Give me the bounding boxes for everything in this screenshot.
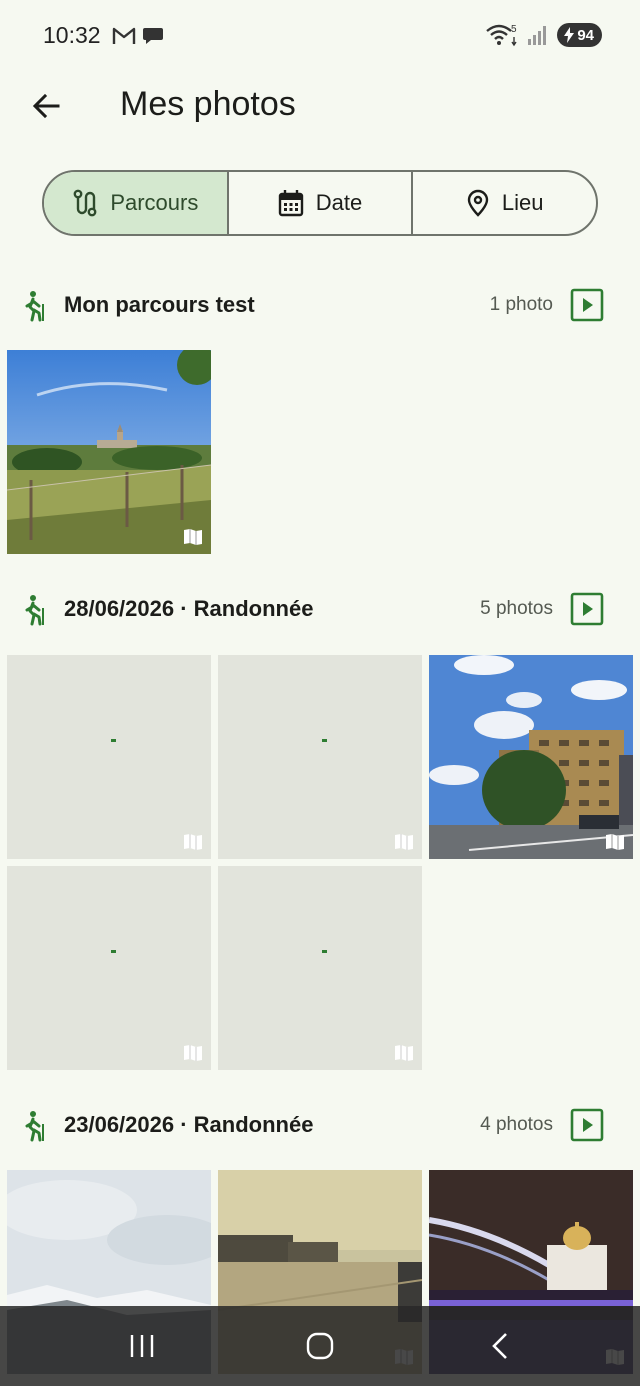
building-photo [429,655,633,859]
photo-thumbnail-loading[interactable] [218,866,422,1070]
loading-indicator [322,739,327,742]
status-bar: 10:32 5 94 [0,0,640,72]
charging-bolt-icon [564,27,575,43]
page-title: Mes photos [120,85,296,123]
back-button[interactable] [22,82,70,130]
slideshow-play-icon[interactable] [570,1108,604,1142]
hiking-icon [25,291,44,322]
map-icon [606,834,624,850]
photo-thumbnail[interactable] [429,655,633,859]
hiking-icon [25,1111,44,1142]
photo-count: 4 photos [480,1114,553,1135]
segment-label: Parcours [110,190,199,215]
slideshow-play-icon[interactable] [570,592,604,626]
segment-label: Date [315,190,363,215]
recents-button[interactable] [112,1326,172,1366]
wifi-band-label: 5 [511,24,517,35]
segment-label: Lieu [501,190,544,215]
location-pin-icon [467,189,489,217]
home-button[interactable] [290,1326,350,1366]
chevron-left-icon [492,1333,507,1359]
system-navigation-bar [0,1306,640,1386]
landscape-photo [7,350,211,554]
map-icon [184,529,202,545]
photo-thumbnail-loading[interactable] [7,866,211,1070]
map-icon [184,834,202,850]
loading-indicator [111,950,116,953]
loading-indicator [111,739,116,742]
calendar-icon [278,190,303,217]
app-bar: Mes photos [0,72,640,136]
section-title: Mon parcours test [64,292,255,317]
map-icon [395,834,413,850]
segment-date[interactable]: Date [229,172,414,234]
photo-count: 1 photo [489,294,553,315]
segment-lieu[interactable]: Lieu [413,172,596,234]
map-icon [184,1045,202,1061]
segment-parcours[interactable]: Parcours [44,172,229,234]
loading-indicator [322,950,327,953]
photo-count: 5 photos [480,598,553,619]
home-icon [306,1332,334,1360]
hiking-icon [25,595,44,626]
section-header: 28/06/2026 · Randonnée 5 photos [0,582,640,642]
wifi-icon: 5 [486,24,517,47]
section-title: 23/06/2026 · Randonnée [64,1112,314,1137]
recents-icon [130,1335,154,1357]
battery-level: 94 [577,26,594,44]
route-icon [73,189,97,217]
signal-icon [528,26,547,45]
gmail-icon [112,27,136,44]
slideshow-play-icon[interactable] [570,288,604,322]
photo-thumbnail[interactable] [7,350,211,554]
section-header: 23/06/2026 · Randonnée 4 photos [0,1098,640,1158]
section-title: 28/06/2026 · Randonnée [64,596,314,621]
battery-indicator: 94 [557,23,602,47]
photo-thumbnail-loading[interactable] [7,655,211,859]
grouping-segmented-control: Parcours Date Lieu [42,170,598,236]
section-header: Mon parcours test 1 photo [0,278,640,338]
arrow-left-icon [32,93,60,119]
status-time: 10:32 [43,22,101,48]
back-nav-button[interactable] [470,1326,530,1366]
chat-icon [143,28,163,44]
map-icon [395,1045,413,1061]
photo-thumbnail-loading[interactable] [218,655,422,859]
